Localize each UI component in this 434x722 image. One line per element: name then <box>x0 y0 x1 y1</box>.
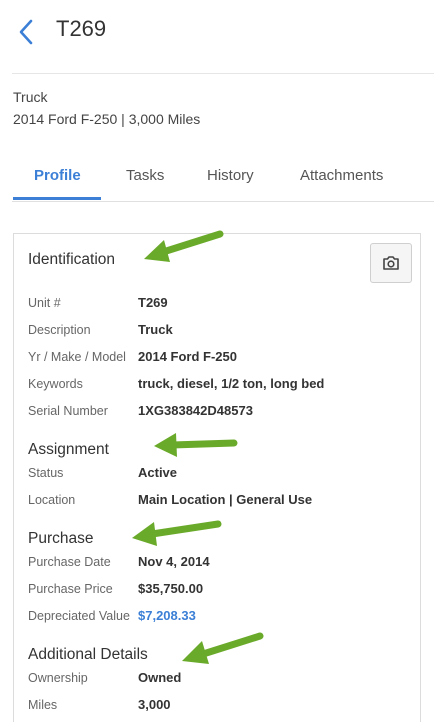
field-value: Nov 4, 2014 <box>138 554 210 569</box>
vehicle-type: Truck <box>13 89 48 105</box>
field-label: Serial Number <box>28 404 108 418</box>
field-label: Keywords <box>28 377 83 391</box>
section-additional-details-heading: Additional Details <box>28 646 148 663</box>
section-assignment-heading: Assignment <box>28 441 109 458</box>
field-value: 1XG383842D48573 <box>138 403 253 418</box>
field-label: Yr / Make / Model <box>28 350 126 364</box>
header: T269 <box>0 0 434 60</box>
field-label: Ownership <box>28 671 88 685</box>
section-identification-heading: Identification <box>28 251 116 268</box>
tab-profile[interactable]: Profile <box>34 167 81 184</box>
tab-history[interactable]: History <box>207 167 254 184</box>
annotation-arrow-icon <box>144 230 224 262</box>
field-value: $35,750.00 <box>138 581 204 596</box>
field-value: T269 <box>138 295 168 310</box>
page-title: T269 <box>56 16 107 41</box>
field-value: 3,000 <box>138 697 171 712</box>
field-value: Owned <box>138 670 182 685</box>
field-value: Truck <box>138 322 173 337</box>
annotation-arrow-icon <box>182 632 264 664</box>
field-label: Unit # <box>28 296 61 310</box>
field-label: Purchase Date <box>28 555 111 569</box>
camera-button[interactable] <box>370 243 412 283</box>
field-label: Status <box>28 466 64 480</box>
camera-icon <box>383 256 399 270</box>
field-label: Miles <box>28 698 58 712</box>
vehicle-summary: 2014 Ford F-250 | 3,000 Miles <box>13 111 201 127</box>
annotation-arrow-icon <box>132 520 222 546</box>
field-value: Main Location | General Use <box>138 492 313 507</box>
field-value: truck, diesel, 1/2 ton, long bed <box>138 376 325 391</box>
field-label: Location <box>28 493 76 507</box>
active-tab-indicator <box>13 197 101 200</box>
depreciated-value-link[interactable]: $7,208.33 <box>138 608 196 623</box>
annotation-arrow-icon <box>154 433 238 457</box>
section-purchase-heading: Purchase <box>28 530 94 547</box>
field-value: 2014 Ford F-250 <box>138 349 237 364</box>
back-arrow-icon[interactable] <box>16 18 38 46</box>
tab-tasks[interactable]: Tasks <box>126 167 164 184</box>
field-value: Active <box>138 465 178 480</box>
field-label: Description <box>28 323 91 337</box>
divider <box>12 73 434 74</box>
tab-attachments[interactable]: Attachments <box>300 167 383 184</box>
tab-bar: Profile Tasks History Attachments <box>12 155 434 202</box>
field-label: Depreciated Value <box>28 609 130 623</box>
field-label: Purchase Price <box>28 582 113 596</box>
